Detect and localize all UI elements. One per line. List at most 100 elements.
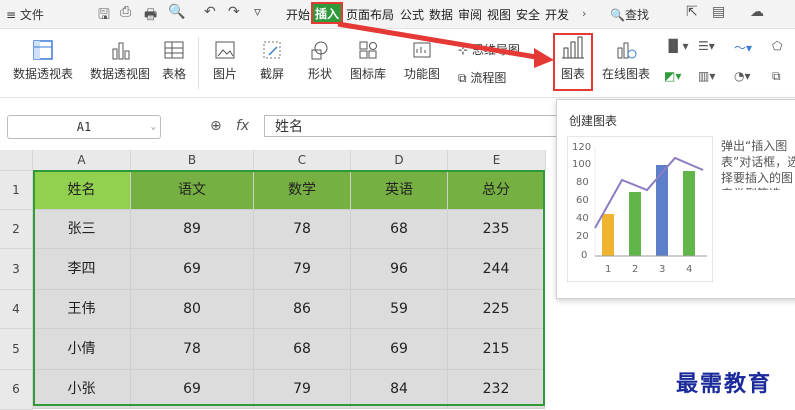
table-cell[interactable]: 68 bbox=[254, 329, 351, 370]
save-icon[interactable]: 🖫 bbox=[98, 4, 110, 28]
preview-bar bbox=[602, 214, 614, 256]
y-tick: 60 bbox=[576, 195, 589, 206]
table-cell[interactable]: 69 bbox=[351, 329, 448, 370]
line-chart-icon[interactable]: 〜▾ bbox=[734, 39, 752, 56]
table-cell[interactable]: 232 bbox=[448, 370, 545, 409]
tab-home[interactable]: 开始 bbox=[286, 6, 310, 23]
y-tick: 80 bbox=[576, 177, 589, 188]
file-menu[interactable]: ≡ 文件 bbox=[6, 6, 44, 23]
y-tick: 120 bbox=[572, 142, 591, 153]
stock-chart-icon[interactable]: ▥▾ bbox=[698, 69, 715, 83]
table-cell[interactable]: 小张 bbox=[33, 370, 131, 409]
redo-icon[interactable]: ↷ bbox=[228, 4, 240, 20]
chevron-down-icon[interactable]: ⌄ bbox=[151, 116, 156, 138]
table-cell[interactable]: 235 bbox=[448, 210, 545, 249]
chevron-right-icon[interactable]: › bbox=[582, 7, 586, 20]
online-chart-label: 在线图表 bbox=[601, 67, 650, 81]
column-header[interactable]: C bbox=[254, 150, 351, 171]
picture-button[interactable]: 图片 bbox=[205, 39, 245, 82]
more-charts-icon[interactable]: ⧉ bbox=[772, 69, 781, 84]
table-button[interactable]: 表格 bbox=[158, 39, 190, 82]
row-header[interactable]: 3 bbox=[0, 249, 33, 290]
radar-chart-icon[interactable]: ⬠ bbox=[772, 39, 782, 53]
fx-icon[interactable]: fx bbox=[236, 118, 249, 134]
table-cell[interactable]: 59 bbox=[351, 290, 448, 329]
share-icon[interactable]: ⇱ bbox=[686, 4, 698, 20]
pointer-arrow bbox=[337, 21, 554, 68]
pie-chart-icon[interactable]: ◔▾ bbox=[734, 69, 751, 83]
table-cell[interactable]: 姓名 bbox=[33, 171, 131, 210]
row-header[interactable]: 4 bbox=[0, 290, 33, 329]
flowchart-label: 流程图 bbox=[470, 71, 507, 85]
row-header[interactable]: 6 bbox=[0, 370, 33, 410]
table-cell[interactable]: 79 bbox=[254, 370, 351, 409]
table-cell[interactable]: 84 bbox=[351, 370, 448, 409]
y-tick: 40 bbox=[576, 213, 589, 224]
y-tick: 20 bbox=[576, 231, 589, 242]
table-cell[interactable]: 78 bbox=[254, 210, 351, 249]
table-cell[interactable]: 语文 bbox=[131, 171, 254, 210]
formula-bar: A1 ⌄ ⊕ fx 姓名 bbox=[0, 112, 560, 142]
table-cell[interactable]: 69 bbox=[131, 370, 254, 409]
table-cell[interactable]: 244 bbox=[448, 249, 545, 290]
table-cell[interactable]: 96 bbox=[351, 249, 448, 290]
tooltip-title: 创建图表 bbox=[569, 114, 618, 128]
bar-chart-icon[interactable]: ☰▾ bbox=[698, 39, 715, 53]
column-header[interactable]: B bbox=[131, 150, 254, 171]
search-label: 查找 bbox=[624, 8, 649, 22]
search-button[interactable]: 🔍查找 bbox=[610, 6, 649, 23]
screenshot-button[interactable]: 截屏 bbox=[252, 39, 292, 82]
cell-reference: A1 bbox=[76, 120, 92, 134]
watermark-text: 最需教育 bbox=[676, 371, 773, 397]
y-tick: 0 bbox=[581, 250, 587, 261]
row-header[interactable]: 2 bbox=[0, 210, 33, 249]
undo-icon[interactable]: ↶ bbox=[204, 4, 216, 20]
select-all-corner[interactable] bbox=[0, 150, 33, 171]
tooltip-description: 弹出“插入图表”对话框，选择要插入的图表类型等选项。 bbox=[721, 139, 795, 190]
table-cell[interactable]: 总分 bbox=[448, 171, 545, 210]
table-cell[interactable]: 80 bbox=[131, 290, 254, 329]
table-cell[interactable]: 215 bbox=[448, 329, 545, 370]
flowchart-button[interactable]: ⧉ 流程图 bbox=[458, 69, 506, 86]
zoom-icon[interactable]: ⊕ bbox=[210, 118, 222, 134]
table-cell[interactable]: 数学 bbox=[254, 171, 351, 210]
x-tick: 3 bbox=[659, 264, 665, 275]
table-cell[interactable]: 张三 bbox=[33, 210, 131, 249]
print-icon[interactable]: 🖶 bbox=[144, 4, 157, 28]
chart-tooltip: 创建图表 120 100 80 60 40 20 0 1 2 3 4 弹出“插入… bbox=[556, 99, 795, 299]
cloud-icon[interactable]: ☁ bbox=[750, 4, 764, 20]
table-cell[interactable]: 英语 bbox=[351, 171, 448, 210]
row-header[interactable]: 1 bbox=[0, 171, 33, 210]
table-cell[interactable]: 225 bbox=[448, 290, 545, 329]
column-chart-icon[interactable]: ▐▌▾ bbox=[664, 39, 688, 53]
table-cell[interactable]: 78 bbox=[131, 329, 254, 370]
table-cell[interactable]: 68 bbox=[351, 210, 448, 249]
table-cell[interactable]: 86 bbox=[254, 290, 351, 329]
name-box[interactable]: A1 ⌄ bbox=[7, 115, 161, 139]
pivot-chart-button[interactable]: 数据透视图 bbox=[85, 39, 155, 82]
table-cell[interactable]: 69 bbox=[131, 249, 254, 290]
table-cell[interactable]: 王伟 bbox=[33, 290, 131, 329]
formula-input[interactable]: 姓名 bbox=[264, 115, 558, 137]
chevron-down-icon[interactable]: ▿ bbox=[254, 4, 261, 20]
table-cell[interactable]: 89 bbox=[131, 210, 254, 249]
table-icon bbox=[164, 41, 184, 59]
row-header[interactable]: 5 bbox=[0, 329, 33, 370]
print-preview-icon[interactable]: 🔍 bbox=[168, 4, 185, 20]
column-header[interactable]: D bbox=[351, 150, 448, 171]
table-cell[interactable]: 79 bbox=[254, 249, 351, 290]
table-cell[interactable]: 李四 bbox=[33, 249, 131, 290]
pivot-table-icon bbox=[33, 40, 53, 60]
x-tick: 2 bbox=[632, 264, 638, 275]
online-chart-button[interactable]: 在线图表 bbox=[596, 39, 656, 82]
notes-icon[interactable]: ▤ bbox=[712, 4, 725, 20]
pivot-table-button[interactable]: 数据透视表 bbox=[8, 39, 78, 82]
screenshot-label: 截屏 bbox=[259, 67, 284, 81]
area-chart-icon[interactable]: ◩▾ bbox=[664, 69, 681, 83]
export-pdf-icon[interactable]: ⎙ bbox=[120, 4, 131, 20]
y-tick: 100 bbox=[572, 159, 591, 170]
shape-icon bbox=[311, 41, 328, 60]
column-header[interactable]: A bbox=[33, 150, 131, 171]
table-cell[interactable]: 小倩 bbox=[33, 329, 131, 370]
column-header[interactable]: E bbox=[448, 150, 546, 171]
